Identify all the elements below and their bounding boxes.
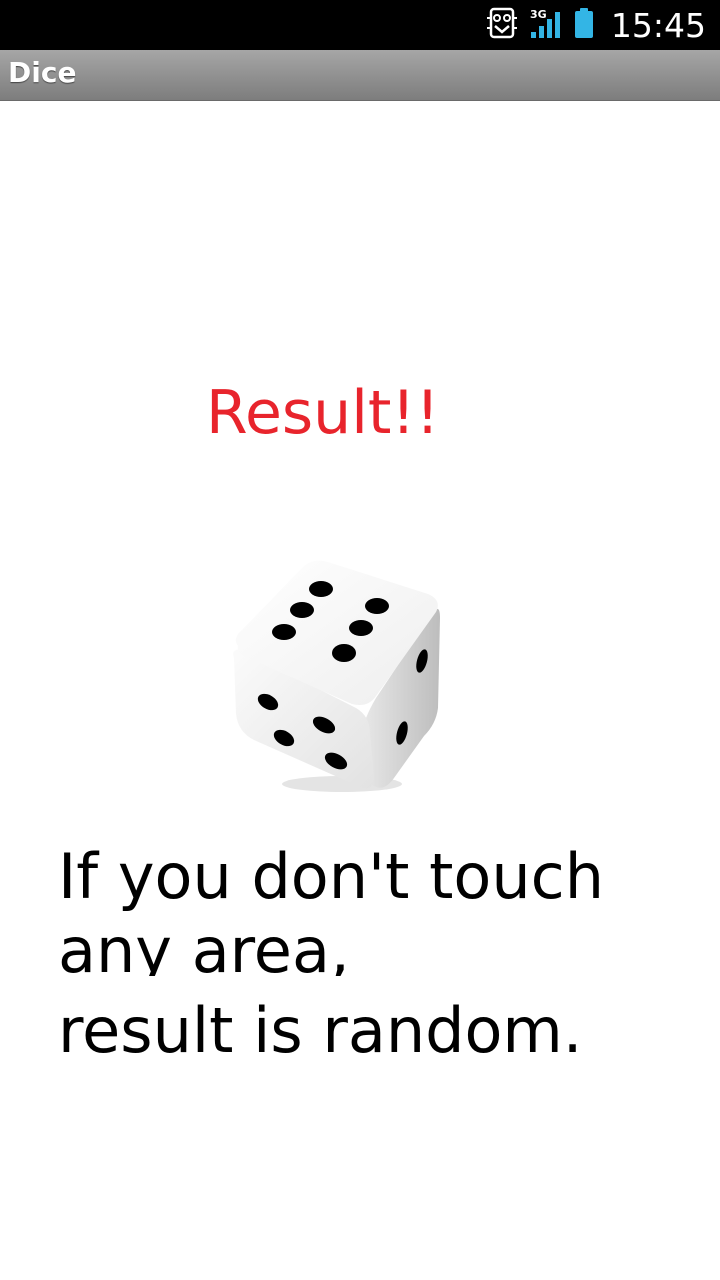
hint-line-3: result is random. — [58, 994, 583, 1067]
result-heading: Result!! — [206, 378, 440, 448]
app-title: Dice — [8, 56, 77, 89]
network-type-label: 3G — [530, 8, 547, 21]
title-bar: Dice — [0, 50, 720, 100]
status-icons: 3G 15:45 — [485, 0, 706, 50]
hint-line-2: any area, — [58, 920, 350, 976]
status-bar: 3G 15:45 — [0, 0, 720, 50]
status-time: 15:45 — [610, 5, 706, 45]
sim-toolkit-icon — [485, 6, 519, 44]
signal-icon: 3G — [529, 6, 563, 44]
dice-button[interactable] — [224, 558, 444, 796]
hint-line-1: If you don't touch — [58, 840, 605, 913]
battery-icon — [573, 6, 595, 44]
dice-image — [233, 560, 440, 792]
